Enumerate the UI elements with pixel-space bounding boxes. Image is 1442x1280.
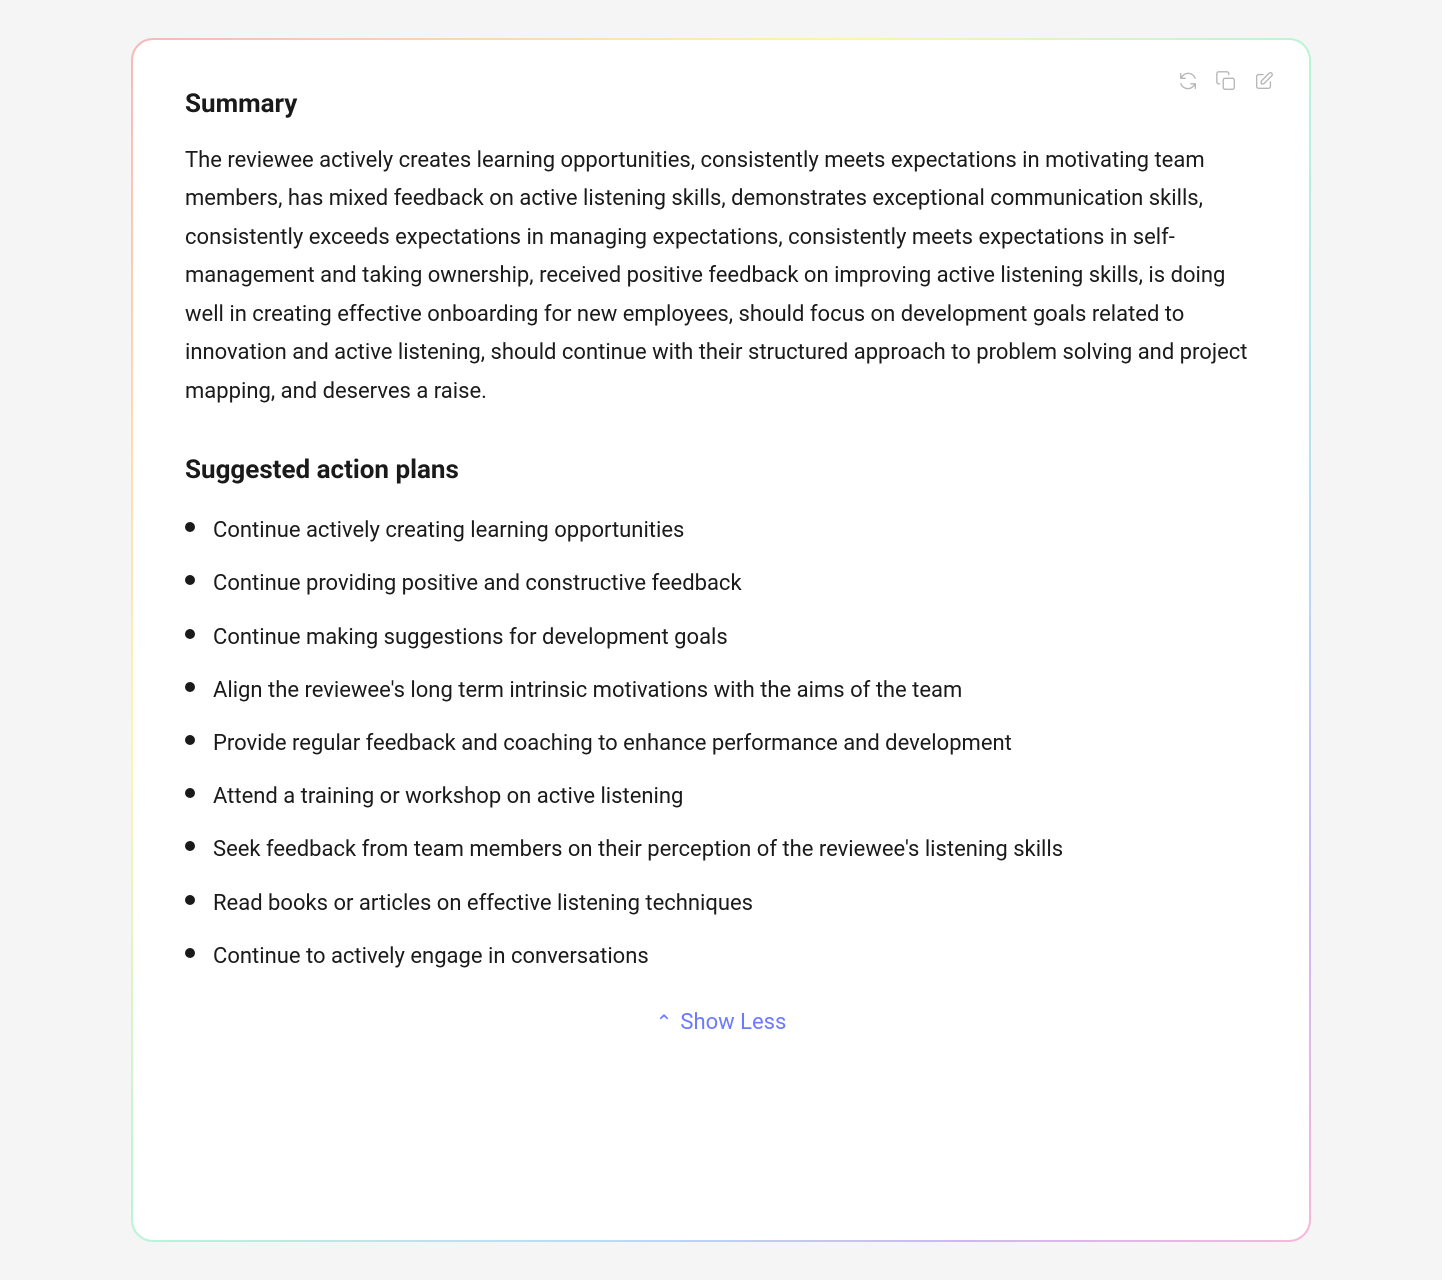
show-less-container: ⌃ Show Less (185, 1010, 1257, 1035)
list-item: Provide regular feedback and coaching to… (185, 726, 1257, 761)
show-less-button[interactable]: ⌃ Show Less (656, 1010, 787, 1035)
summary-title: Summary (185, 88, 1257, 122)
bullet-icon (185, 788, 195, 798)
list-item: Continue actively creating learning oppo… (185, 513, 1257, 548)
list-item-text: Continue making suggestions for developm… (213, 620, 728, 655)
list-item: Attend a training or workshop on active … (185, 779, 1257, 814)
card: Summary The reviewee actively creates le… (133, 40, 1309, 1240)
action-plans-title: Suggested action plans (185, 455, 1257, 485)
bullet-icon (185, 682, 195, 692)
list-item-text: Continue to actively engage in conversat… (213, 939, 649, 974)
chevron-up-icon: ⌃ (656, 1010, 673, 1034)
refresh-icon[interactable] (1175, 68, 1201, 94)
toolbar (1175, 68, 1277, 94)
list-item: Align the reviewee's long term intrinsic… (185, 673, 1257, 708)
edit-icon[interactable] (1251, 68, 1277, 94)
list-item: Continue making suggestions for developm… (185, 620, 1257, 655)
list-item-text: Provide regular feedback and coaching to… (213, 726, 1012, 761)
list-item: Continue providing positive and construc… (185, 566, 1257, 601)
copy-icon[interactable] (1213, 68, 1239, 94)
list-item-text: Seek feedback from team members on their… (213, 832, 1063, 867)
bullet-icon (185, 895, 195, 905)
bullet-icon (185, 948, 195, 958)
list-item-text: Continue actively creating learning oppo… (213, 513, 684, 548)
list-item: Seek feedback from team members on their… (185, 832, 1257, 867)
list-item-text: Read books or articles on effective list… (213, 886, 753, 921)
list-item: Continue to actively engage in conversat… (185, 939, 1257, 974)
list-item-text: Align the reviewee's long term intrinsic… (213, 673, 962, 708)
bullet-icon (185, 522, 195, 532)
bullet-icon (185, 735, 195, 745)
list-item: Read books or articles on effective list… (185, 886, 1257, 921)
list-item-text: Attend a training or workshop on active … (213, 779, 683, 814)
action-list: Continue actively creating learning oppo… (185, 513, 1257, 974)
show-less-label: Show Less (680, 1010, 786, 1035)
bullet-icon (185, 575, 195, 585)
bullet-icon (185, 841, 195, 851)
summary-text: The reviewee actively creates learning o… (185, 142, 1257, 412)
card-wrapper: Summary The reviewee actively creates le… (131, 38, 1311, 1242)
list-item-text: Continue providing positive and construc… (213, 566, 742, 601)
bullet-icon (185, 629, 195, 639)
